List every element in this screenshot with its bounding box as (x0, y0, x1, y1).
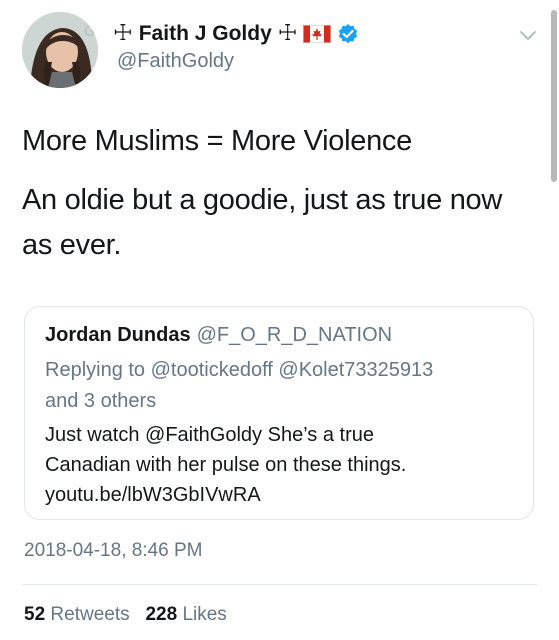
quoted-body-line: Just watch @FaithGoldy She’s a true (45, 424, 374, 446)
quoted-author-name: Jordan Dundas (45, 324, 191, 346)
quoted-reply-context: Replying to @tootickedoff @Kolet73325913… (45, 355, 433, 417)
tweet-timestamp[interactable]: 2018-04-18, 8:46 PM (24, 540, 203, 562)
tweet-view: G ☩ Faith J Goldy ☩ @FaithGoldy More Mus… (0, 0, 559, 640)
retweets-count: 52 (24, 604, 46, 625)
author-name-row[interactable]: ☩ Faith J Goldy ☩ (113, 20, 359, 48)
reply-context-line: Replying to @tootickedoff @Kolet73325913 (45, 359, 434, 381)
author-handle[interactable]: @FaithGoldy (117, 50, 234, 73)
likes-label: Likes (182, 604, 227, 625)
author-display-name[interactable]: Faith J Goldy (139, 22, 272, 46)
canada-flag-icon (303, 25, 332, 43)
retweets-stat[interactable]: 52 Retweets (24, 604, 130, 625)
quoted-tweet-card[interactable]: Jordan Dundas @F_O_R_D_NATION Replying to… (24, 306, 534, 520)
quoted-tweet-header: Jordan Dundas @F_O_R_D_NATION (45, 324, 392, 347)
reply-context-line: and 3 others (45, 390, 157, 412)
quoted-tweet-body: Just watch @FaithGoldy She’s a true Cana… (45, 420, 406, 510)
cross-symbol-right: ☩ (277, 21, 298, 46)
scrollbar[interactable] (551, 10, 557, 182)
verified-badge-icon (337, 23, 359, 45)
svg-text:G: G (84, 24, 95, 40)
avatar[interactable]: G (22, 12, 98, 88)
chevron-down-icon[interactable] (519, 28, 537, 42)
tweet-text-line: More Muslims = More Violence (22, 125, 412, 157)
quoted-body-line: Canadian with her pulse on these things. (45, 454, 407, 476)
tweet-text-line: An oldie but a goodie, just as true now (22, 184, 503, 216)
likes-stat[interactable]: 228 Likes (145, 604, 226, 625)
likes-count: 228 (145, 604, 178, 625)
tweet-text-line: as ever. (22, 229, 122, 261)
retweets-label: Retweets (50, 604, 130, 625)
quoted-author-handle: @F_O_R_D_NATION (196, 324, 393, 346)
quoted-body-link[interactable]: youtu.be/lbW3GbIVwRA (45, 480, 406, 510)
divider (22, 584, 537, 585)
cross-symbol-left: ☩ (113, 21, 133, 46)
tweet-stats: 52 Retweets 228 Likes (24, 604, 227, 626)
profile-photo-icon: G (22, 12, 98, 88)
